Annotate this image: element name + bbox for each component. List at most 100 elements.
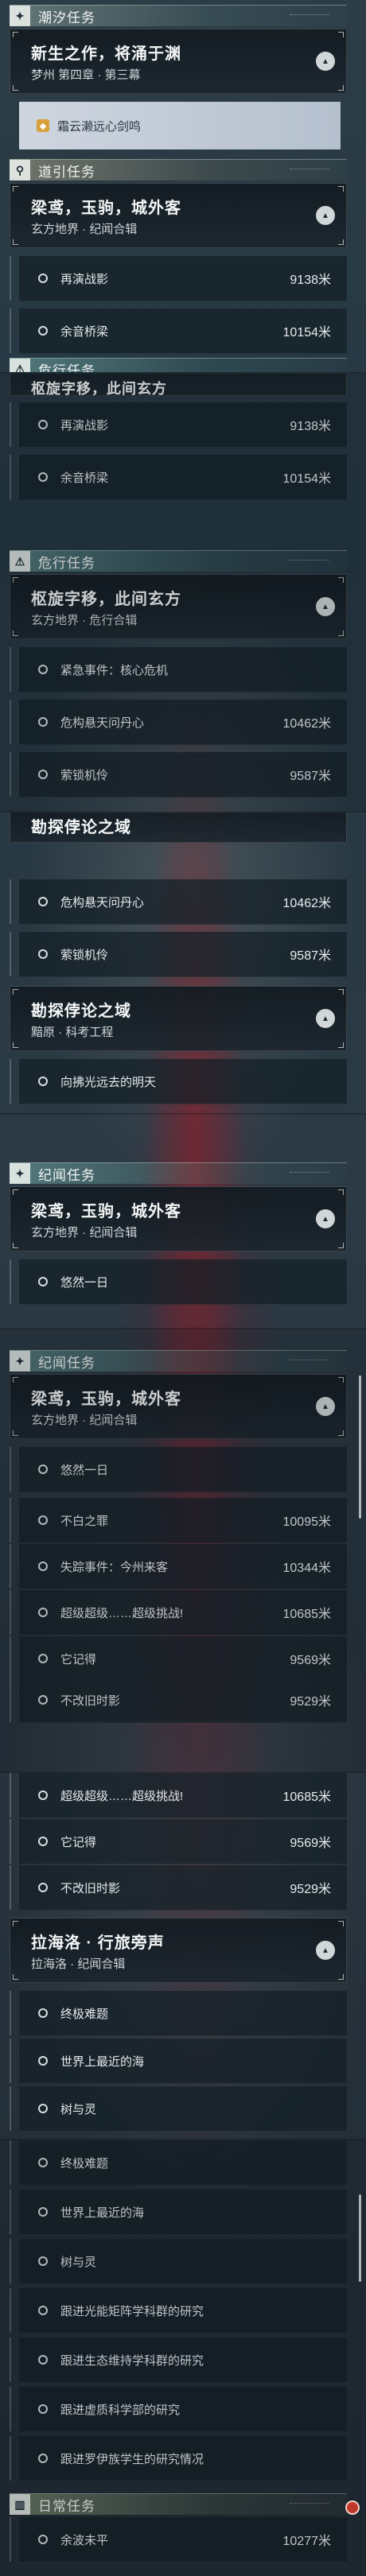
plus-star-icon: ✦: [10, 1163, 30, 1184]
circle-icon: [38, 1465, 48, 1474]
circle-icon: [38, 2158, 48, 2167]
list-item[interactable]: 世界上最近的海: [10, 2190, 347, 2235]
collapse-arrow-icon[interactable]: ▲: [316, 1397, 335, 1416]
list-item[interactable]: 跟进生态维持学科群的研究: [10, 2337, 347, 2383]
circle-icon: [38, 2306, 48, 2315]
list-item[interactable]: 跟进光能矩阵学科群的研究: [10, 2288, 347, 2334]
circle-icon: [38, 1608, 48, 1617]
list-item[interactable]: 悠然一日: [10, 1447, 347, 1492]
list-item[interactable]: 萦锁机伶 9587米: [10, 932, 347, 977]
circle-icon: [38, 1695, 48, 1705]
circle-icon: [38, 472, 48, 482]
collapse-arrow-icon[interactable]: ▲: [316, 1009, 335, 1028]
list-item[interactable]: 余音桥梁 10154米: [10, 308, 347, 354]
list-item[interactable]: 再演战影 9138米: [10, 256, 347, 301]
list-item[interactable]: 世界上最近的海: [10, 2039, 347, 2084]
circle-icon: [38, 717, 48, 727]
scrollbar-thumb[interactable]: [359, 1375, 361, 1519]
category-tides[interactable]: ✦ 潮汐任务: [10, 5, 347, 26]
list-item[interactable]: 危构悬天问丹心 10462米: [10, 879, 347, 925]
scrollbar-thumb[interactable]: [359, 2194, 361, 2282]
quest-pane-5b: 不改旧时影 9529米: [0, 1678, 366, 1771]
header-decoration: [290, 169, 329, 172]
circle-icon: [38, 2256, 48, 2266]
circle-icon: [38, 1883, 48, 1892]
list-item[interactable]: 树与灵: [10, 2086, 347, 2132]
quest-card-tides[interactable]: 新生之作，将涌于渊 梦州 第四章 · 第三幕 ▲: [10, 29, 347, 94]
collapse-arrow-icon[interactable]: ▲: [316, 206, 335, 225]
circle-icon: [38, 420, 48, 429]
list-item[interactable]: 悠然一日: [10, 1259, 347, 1305]
header-decoration: [290, 14, 329, 17]
list-item[interactable]: 不改旧时影 9529米: [10, 1865, 347, 1911]
quest-card-survey[interactable]: 勘探侼论之域 黯原 · 科考工程 ▲: [10, 986, 347, 1051]
quest-pane-3: 勘探侼论之域 危构悬天问丹心 10462米 萦锁机伶 9587米 勘探侼论之域 …: [0, 813, 366, 1113]
location-pin-icon: ⚲: [10, 160, 30, 180]
circle-icon: [38, 2207, 48, 2217]
header-decoration: [290, 560, 329, 563]
category-danger[interactable]: ⚠ 危行任务: [10, 550, 347, 572]
category-daily[interactable]: ▥ 日常任务: [10, 2493, 347, 2515]
list-item[interactable]: 再演战影 9138米: [10, 402, 347, 448]
header-decoration: [290, 1360, 329, 1363]
list-item[interactable]: 它记得 9569米: [10, 1636, 347, 1678]
quest-objective-hint[interactable]: ◆ 霜云濑远心剑鸣: [19, 102, 341, 149]
quest-card-survey-partial[interactable]: 勘探侼论之域: [10, 813, 347, 843]
category-danger[interactable]: ⚠ 危行任务: [10, 358, 347, 372]
list-item[interactable]: 不改旧时影 9529米: [10, 1678, 347, 1723]
quest-card-danger[interactable]: 枢旋字移，此间玄方 玄方地界 · 危行合辑 ▲: [10, 574, 347, 639]
objective-icon: ◆: [37, 119, 49, 132]
plus-star-icon: ✦: [10, 1351, 30, 1371]
quest-pane-2: 枢旋字移，此间玄方 再演战影 9138米 余音桥梁 10154米 ⚠ 危行任务 …: [0, 374, 366, 811]
list-item[interactable]: 超级超级……超级挑战! 10685米: [10, 1773, 347, 1818]
circle-icon: [38, 665, 48, 674]
list-item[interactable]: 树与灵: [10, 2239, 347, 2284]
list-item[interactable]: 不白之罪 10095米: [10, 1498, 347, 1543]
list-item[interactable]: 向拂光远去的明天: [10, 1059, 347, 1104]
circle-icon: [38, 326, 48, 336]
list-item[interactable]: 萦锁机伶 9587米: [10, 752, 347, 797]
quest-pane-5: ✦ 纪闻任务 梁鸢，玉驹，城外客 玄方地界 · 纪闻合辑 ▲ 悠然一日 不白之罪…: [0, 1329, 366, 1678]
header-decoration: [290, 1172, 329, 1175]
list-item[interactable]: 紧急事件：核心危机: [10, 647, 347, 692]
quest-card-danger-partial[interactable]: 枢旋字移，此间玄方: [10, 374, 347, 397]
list-item[interactable]: 跟进虚质科学部的研究: [10, 2387, 347, 2432]
list-item[interactable]: 失踪事件：今州来客 10344米: [10, 1544, 347, 1589]
list-item[interactable]: 余音桥梁 10154米: [10, 455, 347, 500]
collapse-arrow-icon[interactable]: ▲: [316, 1209, 335, 1228]
collapse-arrow-icon[interactable]: ▲: [316, 597, 335, 616]
circle-icon: [38, 949, 48, 959]
quest-card-rahaylo[interactable]: 拉海洛 · 行旅旁声 拉海洛 · 纪闻合辑 ▲: [10, 1918, 347, 1983]
plus-star-icon: ✦: [10, 6, 30, 26]
quest-card-guide[interactable]: 梁鸢，玉驹，城外客 玄方地界 · 纪闻合辑 ▲: [10, 183, 347, 248]
quest-card-chronicle-a[interactable]: 梁鸢，玉驹，城外客 玄方地界 · 纪闻合辑 ▲: [10, 1186, 347, 1251]
list-item[interactable]: 终极难题: [10, 2140, 347, 2186]
circle-icon: [38, 2056, 48, 2066]
circle-icon: [38, 274, 48, 283]
circle-icon: [38, 1790, 48, 1800]
circle-icon: [38, 2404, 48, 2414]
list-item[interactable]: 危构悬天问丹心 10462米: [10, 700, 347, 745]
list-item[interactable]: 跟进罗伊族学生的研究情况: [10, 2436, 347, 2481]
danger-icon: ⚠: [10, 551, 30, 572]
circle-icon: [38, 1515, 48, 1525]
list-item[interactable]: 余波未平 10277米: [10, 2517, 347, 2562]
category-chronicle[interactable]: ✦ 纪闻任务: [10, 1162, 347, 1184]
notification-badge-icon[interactable]: [345, 2500, 360, 2515]
circle-icon: [38, 1654, 48, 1663]
list-item[interactable]: 终极难题: [10, 1991, 347, 2036]
circle-icon: [38, 1837, 48, 1846]
collapse-arrow-icon[interactable]: ▲: [316, 1941, 335, 1960]
list-item[interactable]: 它记得 9569米: [10, 1819, 347, 1864]
quest-pane-7: 终极难题 世界上最近的海 树与灵 跟进光能矩阵学科群的研究 跟进生态维持学科群的…: [0, 2140, 366, 2576]
category-guide[interactable]: ⚲ 道引任务: [10, 159, 347, 180]
category-chronicle[interactable]: ✦ 纪闻任务: [10, 1350, 347, 1371]
circle-icon: [38, 1277, 48, 1286]
circle-icon: [38, 770, 48, 779]
quest-card-chronicle-b[interactable]: 梁鸢，玉驹，城外客 玄方地界 · 纪闻合辑 ▲: [10, 1374, 347, 1439]
circle-icon: [38, 1077, 48, 1086]
list-item[interactable]: 超级超级……超级挑战! 10685米: [10, 1590, 347, 1635]
collapse-arrow-icon[interactable]: ▲: [316, 52, 335, 71]
circle-icon: [38, 2454, 48, 2463]
quest-pane-6: 超级超级……超级挑战! 10685米 它记得 9569米 不改旧时影 9529米…: [0, 1773, 366, 2137]
